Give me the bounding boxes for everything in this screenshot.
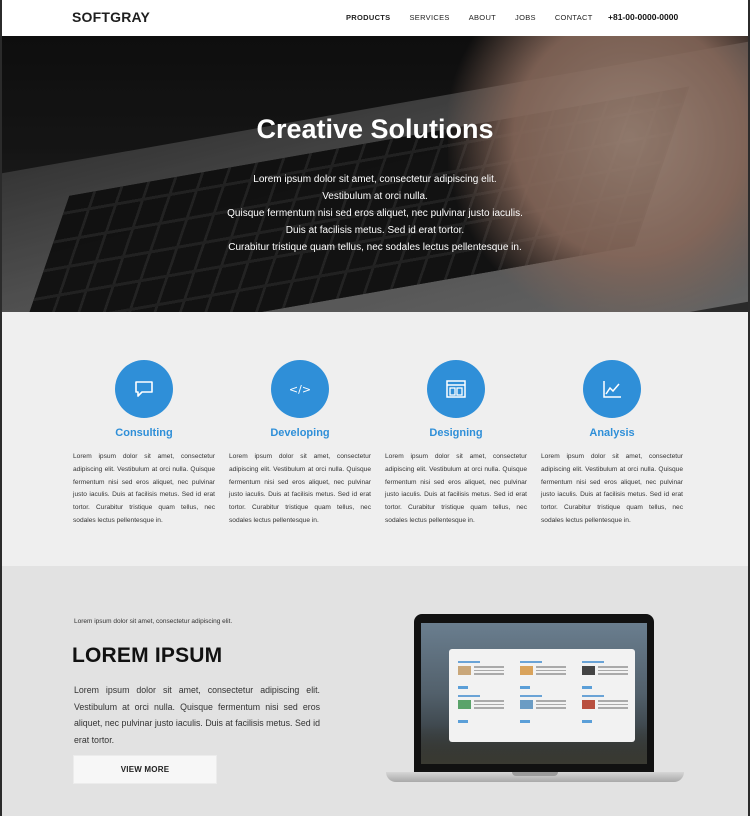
service-title[interactable]: Analysis (541, 427, 683, 439)
top-navbar: SOFTGRAY PRODUCTS SERVICES ABOUT JOBS CO… (2, 0, 748, 36)
laptop-lid (414, 614, 654, 774)
screen-tile (582, 695, 634, 723)
line-chart-icon[interactable] (583, 360, 641, 418)
service-title[interactable]: Developing (229, 427, 371, 439)
hero-line: Duis at facilisis metus. Sed id erat tor… (285, 225, 465, 236)
screen-tile (458, 695, 510, 723)
nav-item-services[interactable]: SERVICES (410, 13, 450, 22)
screen-tile (458, 661, 510, 689)
hero-line: Quisque fermentum nisi sed eros aliquet,… (227, 208, 523, 219)
svg-text:</>: </> (289, 383, 311, 396)
feature-section: Lorem ipsum dolor sit amet, consectetur … (2, 566, 748, 816)
site-logo[interactable]: SOFTGRAY (72, 9, 150, 25)
hero-title: Creative Solutions (256, 114, 494, 144)
chat-bubble-icon[interactable] (115, 360, 173, 418)
services-section: Consulting Lorem ipsum dolor sit amet, c… (2, 312, 748, 566)
code-icon[interactable]: </> (271, 360, 329, 418)
hero-description: Lorem ipsum dolor sit amet, consectetur … (2, 171, 748, 256)
view-more-button[interactable]: VIEW MORE (73, 755, 217, 784)
service-analysis: Analysis Lorem ipsum dolor sit amet, con… (541, 360, 683, 528)
laptop-mockup-image (386, 614, 684, 786)
service-developing: </> Developing Lorem ipsum dolor sit ame… (229, 360, 371, 528)
service-description: Lorem ipsum dolor sit amet, consectetur … (541, 453, 683, 524)
nav-item-about[interactable]: ABOUT (469, 13, 496, 22)
hero-line: Lorem ipsum dolor sit amet, consectetur … (253, 174, 497, 185)
page: SOFTGRAY PRODUCTS SERVICES ABOUT JOBS CO… (2, 0, 748, 816)
service-description: Lorem ipsum dolor sit amet, consectetur … (73, 453, 215, 524)
service-consulting: Consulting Lorem ipsum dolor sit amet, c… (73, 360, 215, 528)
service-description: Lorem ipsum dolor sit amet, consectetur … (229, 453, 371, 524)
screen-tile (520, 695, 572, 723)
phone-number[interactable]: +81-00-0000-0000 (608, 12, 678, 22)
feature-body: Lorem ipsum dolor sit amet, consectetur … (74, 685, 320, 745)
nav-item-jobs[interactable]: JOBS (515, 13, 536, 22)
service-title[interactable]: Consulting (73, 427, 215, 439)
main-menu: PRODUCTS SERVICES ABOUT JOBS CONTACT (346, 13, 612, 22)
feature-caption: Lorem ipsum dolor sit amet, consectetur … (74, 618, 233, 625)
screen-tile (582, 661, 634, 689)
feature-title: LOREM IPSUM (72, 644, 223, 667)
nav-item-products[interactable]: PRODUCTS (346, 13, 391, 22)
service-designing: Designing Lorem ipsum dolor sit amet, co… (385, 360, 527, 528)
hero-line: Curabitur tristique quam tellus, nec sod… (228, 242, 522, 253)
layout-icon[interactable] (427, 360, 485, 418)
screen-panel (449, 649, 635, 742)
hero-line: Vestibulum at orci nulla. (322, 191, 428, 202)
laptop-screen (421, 623, 647, 764)
hero-banner: Creative Solutions Lorem ipsum dolor sit… (2, 36, 748, 312)
screen-tile (520, 661, 572, 689)
service-description: Lorem ipsum dolor sit amet, consectetur … (385, 453, 527, 524)
laptop-notch (512, 772, 558, 776)
service-title[interactable]: Designing (385, 427, 527, 439)
nav-item-contact[interactable]: CONTACT (555, 13, 593, 22)
